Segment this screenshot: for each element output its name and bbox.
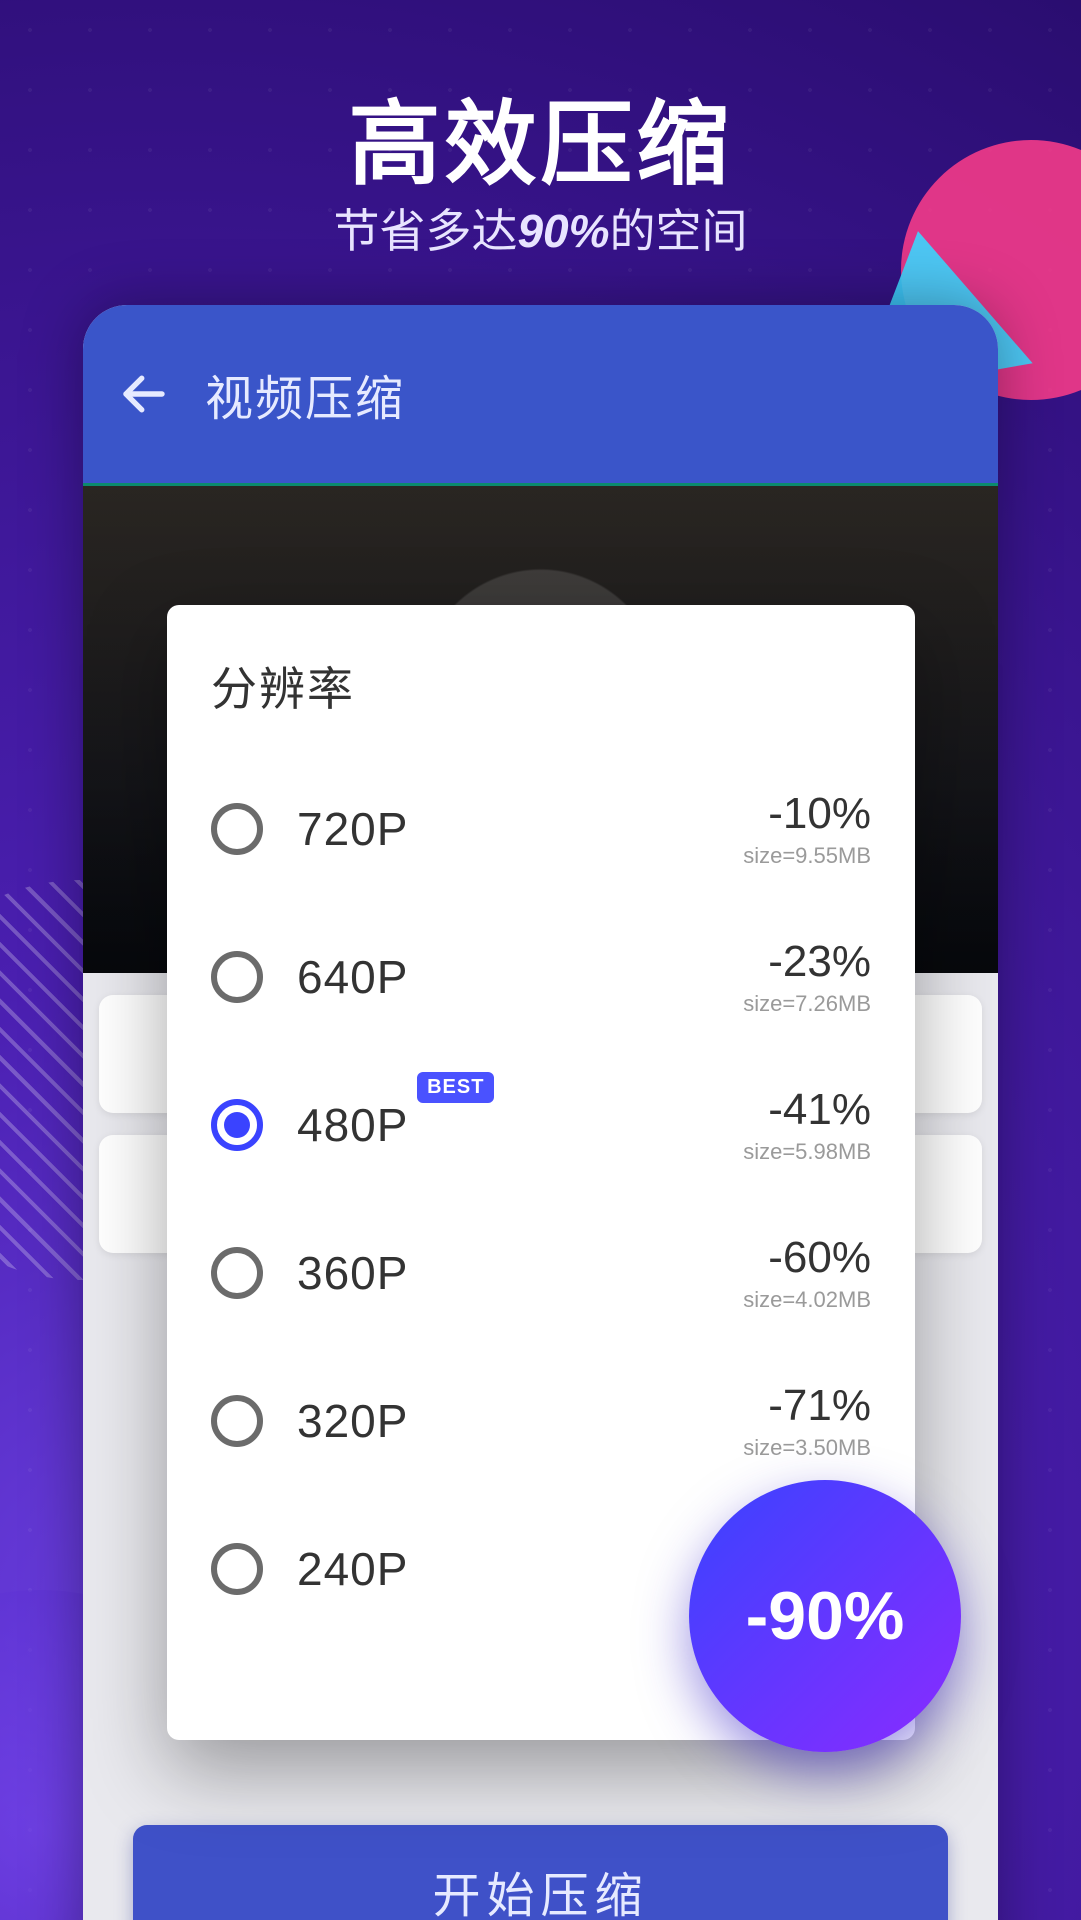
option-percent: -10% xyxy=(743,789,871,839)
appbar-title: 视频压缩 xyxy=(205,359,405,429)
resolution-label: 240P xyxy=(297,1542,408,1596)
hero-subtitle-percent: 90% xyxy=(517,205,609,257)
resolution-option-640p[interactable]: 640P -23% size=7.26MB xyxy=(211,903,871,1051)
back-arrow-icon[interactable] xyxy=(117,367,171,421)
option-stats: -41% size=5.98MB xyxy=(743,1085,871,1165)
start-compress-button[interactable]: 开始压缩 xyxy=(133,1825,948,1920)
option-size: size=4.02MB xyxy=(743,1287,871,1313)
hero-title: 高效压缩 xyxy=(0,70,1081,203)
radio-icon xyxy=(211,1543,263,1595)
option-size: size=9.55MB xyxy=(743,843,871,869)
resolution-option-360p[interactable]: 360P -60% size=4.02MB xyxy=(211,1199,871,1347)
radio-icon xyxy=(211,1247,263,1299)
option-percent: -41% xyxy=(743,1085,871,1135)
option-size: size=5.98MB xyxy=(743,1139,871,1165)
resolution-label: 720P xyxy=(297,802,408,856)
radio-icon xyxy=(211,951,263,1003)
hero-subtitle-pre: 节省多达 xyxy=(333,205,517,257)
option-percent: -60% xyxy=(743,1233,871,1283)
option-size: size=3.50MB xyxy=(743,1435,871,1461)
promo-background: 高效压缩 节省多达90%的空间 视频压缩 开始压缩 分辨率 720P -10% si… xyxy=(0,0,1081,1920)
resolution-label: 640P xyxy=(297,950,408,1004)
app-bar: 视频压缩 xyxy=(83,305,998,483)
dialog-title: 分辨率 xyxy=(211,653,871,719)
option-size: size=7.26MB xyxy=(743,991,871,1017)
radio-icon xyxy=(211,1099,263,1151)
radio-icon xyxy=(211,1395,263,1447)
savings-bubble-text: -90% xyxy=(746,1577,905,1655)
resolution-label: 360P xyxy=(297,1246,408,1300)
hero-subtitle: 节省多达90%的空间 xyxy=(0,195,1081,261)
option-stats: -23% size=7.26MB xyxy=(743,937,871,1017)
resolution-label: 480PBEST xyxy=(297,1098,408,1152)
resolution-option-480p[interactable]: 480PBEST -41% size=5.98MB xyxy=(211,1051,871,1199)
start-compress-label: 开始压缩 xyxy=(432,1856,648,1920)
resolution-option-720p[interactable]: 720P -10% size=9.55MB xyxy=(211,755,871,903)
option-stats: -71% size=3.50MB xyxy=(743,1381,871,1461)
hero-subtitle-post: 的空间 xyxy=(610,205,748,257)
resolution-option-320p[interactable]: 320P -71% size=3.50MB xyxy=(211,1347,871,1495)
option-stats: -60% size=4.02MB xyxy=(743,1233,871,1313)
best-badge: BEST xyxy=(417,1072,494,1103)
option-percent: -23% xyxy=(743,937,871,987)
savings-bubble: -90% xyxy=(689,1480,961,1752)
resolution-label: 320P xyxy=(297,1394,408,1448)
option-stats: -10% size=9.55MB xyxy=(743,789,871,869)
radio-icon xyxy=(211,803,263,855)
option-percent: -71% xyxy=(743,1381,871,1431)
